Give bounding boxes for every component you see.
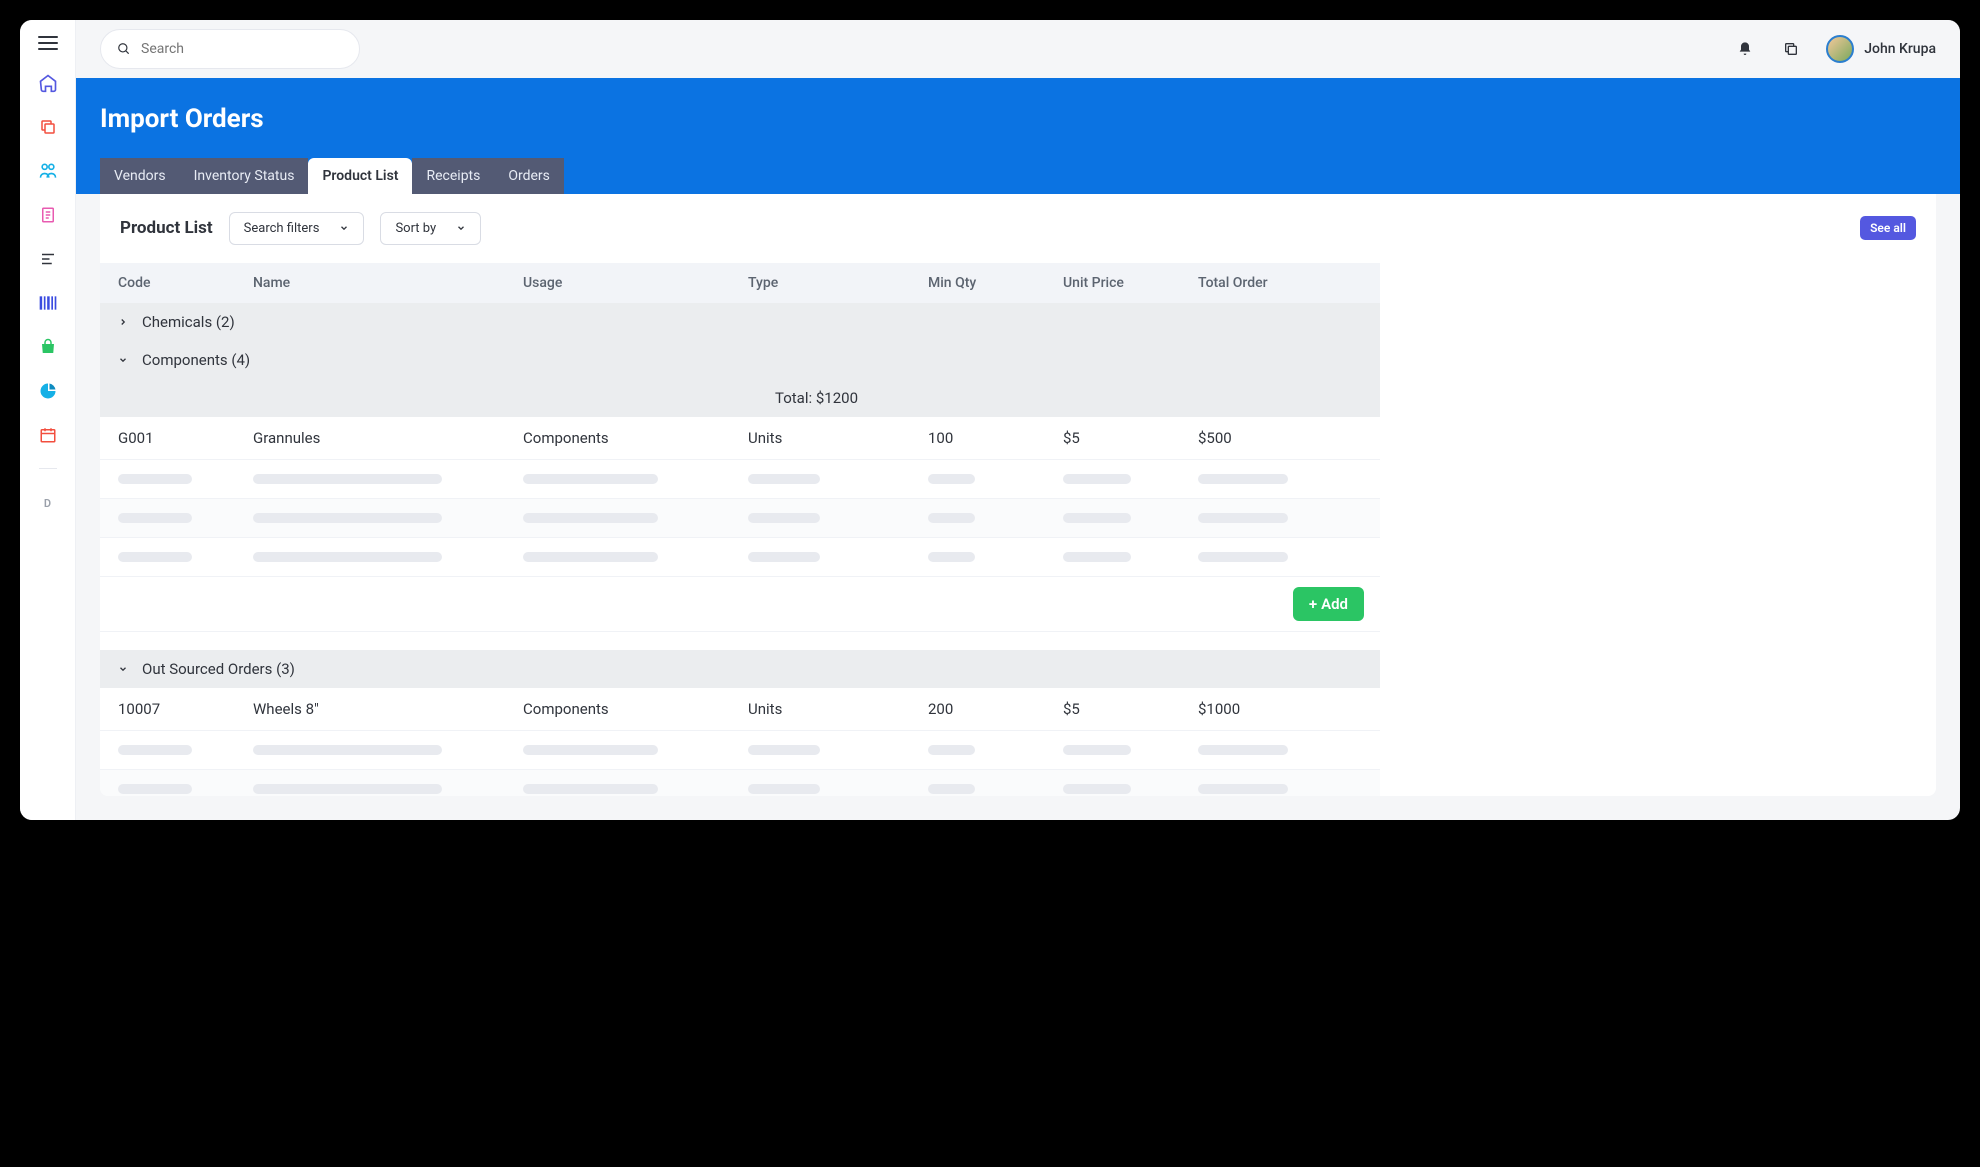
tab-orders[interactable]: Orders <box>494 158 564 194</box>
group-label-text: Out Sourced Orders (3) <box>142 660 295 678</box>
app-frame: D John Krupa Im <box>20 20 1960 820</box>
search-field[interactable] <box>100 29 360 69</box>
cell-unitprice: $5 <box>1045 417 1180 460</box>
group-total: Total: $1200 <box>775 379 1380 417</box>
panel-toolbar: Product List Search filters Sort by See … <box>100 194 1936 263</box>
home-icon[interactable] <box>37 72 59 94</box>
skeleton-row <box>100 731 1380 770</box>
cell-code: 10007 <box>100 688 235 731</box>
topbar: John Krupa <box>76 20 1960 78</box>
dropdown-label: Sort by <box>395 221 436 236</box>
list-icon[interactable] <box>37 248 59 270</box>
skeleton-row <box>100 770 1380 796</box>
cell-total: $500 <box>1180 417 1380 460</box>
cell-total: $1000 <box>1180 688 1380 731</box>
see-all-button[interactable]: See all <box>1860 216 1916 240</box>
sidebar-letter[interactable]: D <box>44 497 51 510</box>
cell-unitprice: $5 <box>1045 688 1180 731</box>
th-usage: Usage <box>505 263 730 303</box>
group-chemicals[interactable]: Chemicals (2) <box>100 303 1380 341</box>
search-filters-dropdown[interactable]: Search filters <box>229 212 365 245</box>
sidebar-divider <box>39 468 57 469</box>
piechart-icon[interactable] <box>37 380 59 402</box>
main: John Krupa Import Orders Vendors Invento… <box>76 20 1960 820</box>
cell-name: Grannules <box>235 417 505 460</box>
skeleton-row <box>100 499 1380 538</box>
shop-icon[interactable] <box>37 336 59 358</box>
cell-name: Wheels 8" <box>235 688 505 731</box>
skeleton-row <box>100 460 1380 499</box>
dropdown-label: Search filters <box>244 221 320 236</box>
product-table: Code Name Usage Type Min Qty Unit Price … <box>100 263 1936 796</box>
copy-icon[interactable] <box>37 116 59 138</box>
search-input[interactable] <box>141 41 343 57</box>
group-label-text: Chemicals (2) <box>142 313 235 331</box>
th-totalorder: Total Order <box>1180 263 1380 303</box>
tab-product-list[interactable]: Product List <box>308 158 412 194</box>
add-row: + Add <box>100 577 1380 632</box>
group-label-text: Components (4) <box>142 351 250 369</box>
document-icon[interactable] <box>37 204 59 226</box>
th-code: Code <box>100 263 235 303</box>
sort-by-dropdown[interactable]: Sort by <box>380 212 481 245</box>
th-unitprice: Unit Price <box>1045 263 1180 303</box>
tab-receipts[interactable]: Receipts <box>412 158 494 194</box>
chevron-right-icon <box>118 317 128 327</box>
cell-usage: Components <box>505 688 730 731</box>
menu-toggle[interactable] <box>38 36 58 50</box>
cell-minqty: 100 <box>910 417 1045 460</box>
search-icon <box>117 42 131 56</box>
chevron-down-icon <box>118 355 128 365</box>
page-title: Import Orders <box>100 104 1936 134</box>
cell-usage: Components <box>505 417 730 460</box>
tabs: Vendors Inventory Status Product List Re… <box>100 158 1936 194</box>
panel-title: Product List <box>120 218 213 238</box>
add-button[interactable]: + Add <box>1293 587 1364 621</box>
th-minqty: Min Qty <box>910 263 1045 303</box>
username: John Krupa <box>1864 41 1936 57</box>
skeleton-row <box>100 538 1380 577</box>
tab-inventory-status[interactable]: Inventory Status <box>180 158 309 194</box>
th-name: Name <box>235 263 505 303</box>
group-outsourced[interactable]: Out Sourced Orders (3) <box>100 650 1380 688</box>
copy-icon-top[interactable] <box>1780 38 1802 60</box>
cell-minqty: 200 <box>910 688 1045 731</box>
bell-icon[interactable] <box>1734 38 1756 60</box>
tab-vendors[interactable]: Vendors <box>100 158 180 194</box>
chevron-down-icon <box>118 664 128 674</box>
spacer <box>100 632 1380 650</box>
avatar <box>1826 35 1854 63</box>
cell-code: G001 <box>100 417 235 460</box>
th-type: Type <box>730 263 910 303</box>
topbar-right: John Krupa <box>1734 35 1936 63</box>
group-components[interactable]: Components (4) Total: $1200 <box>100 341 1380 417</box>
chevron-down-icon <box>456 223 466 233</box>
cell-type: Units <box>730 688 910 731</box>
page-header: Import Orders Vendors Inventory Status P… <box>76 78 1960 194</box>
cell-type: Units <box>730 417 910 460</box>
barcode-icon[interactable] <box>37 292 59 314</box>
chevron-down-icon <box>339 223 349 233</box>
calendar-icon[interactable] <box>37 424 59 446</box>
panel: Product List Search filters Sort by See … <box>100 194 1936 796</box>
group-icon[interactable] <box>37 160 59 182</box>
sidebar: D <box>20 20 76 820</box>
user-menu[interactable]: John Krupa <box>1826 35 1936 63</box>
